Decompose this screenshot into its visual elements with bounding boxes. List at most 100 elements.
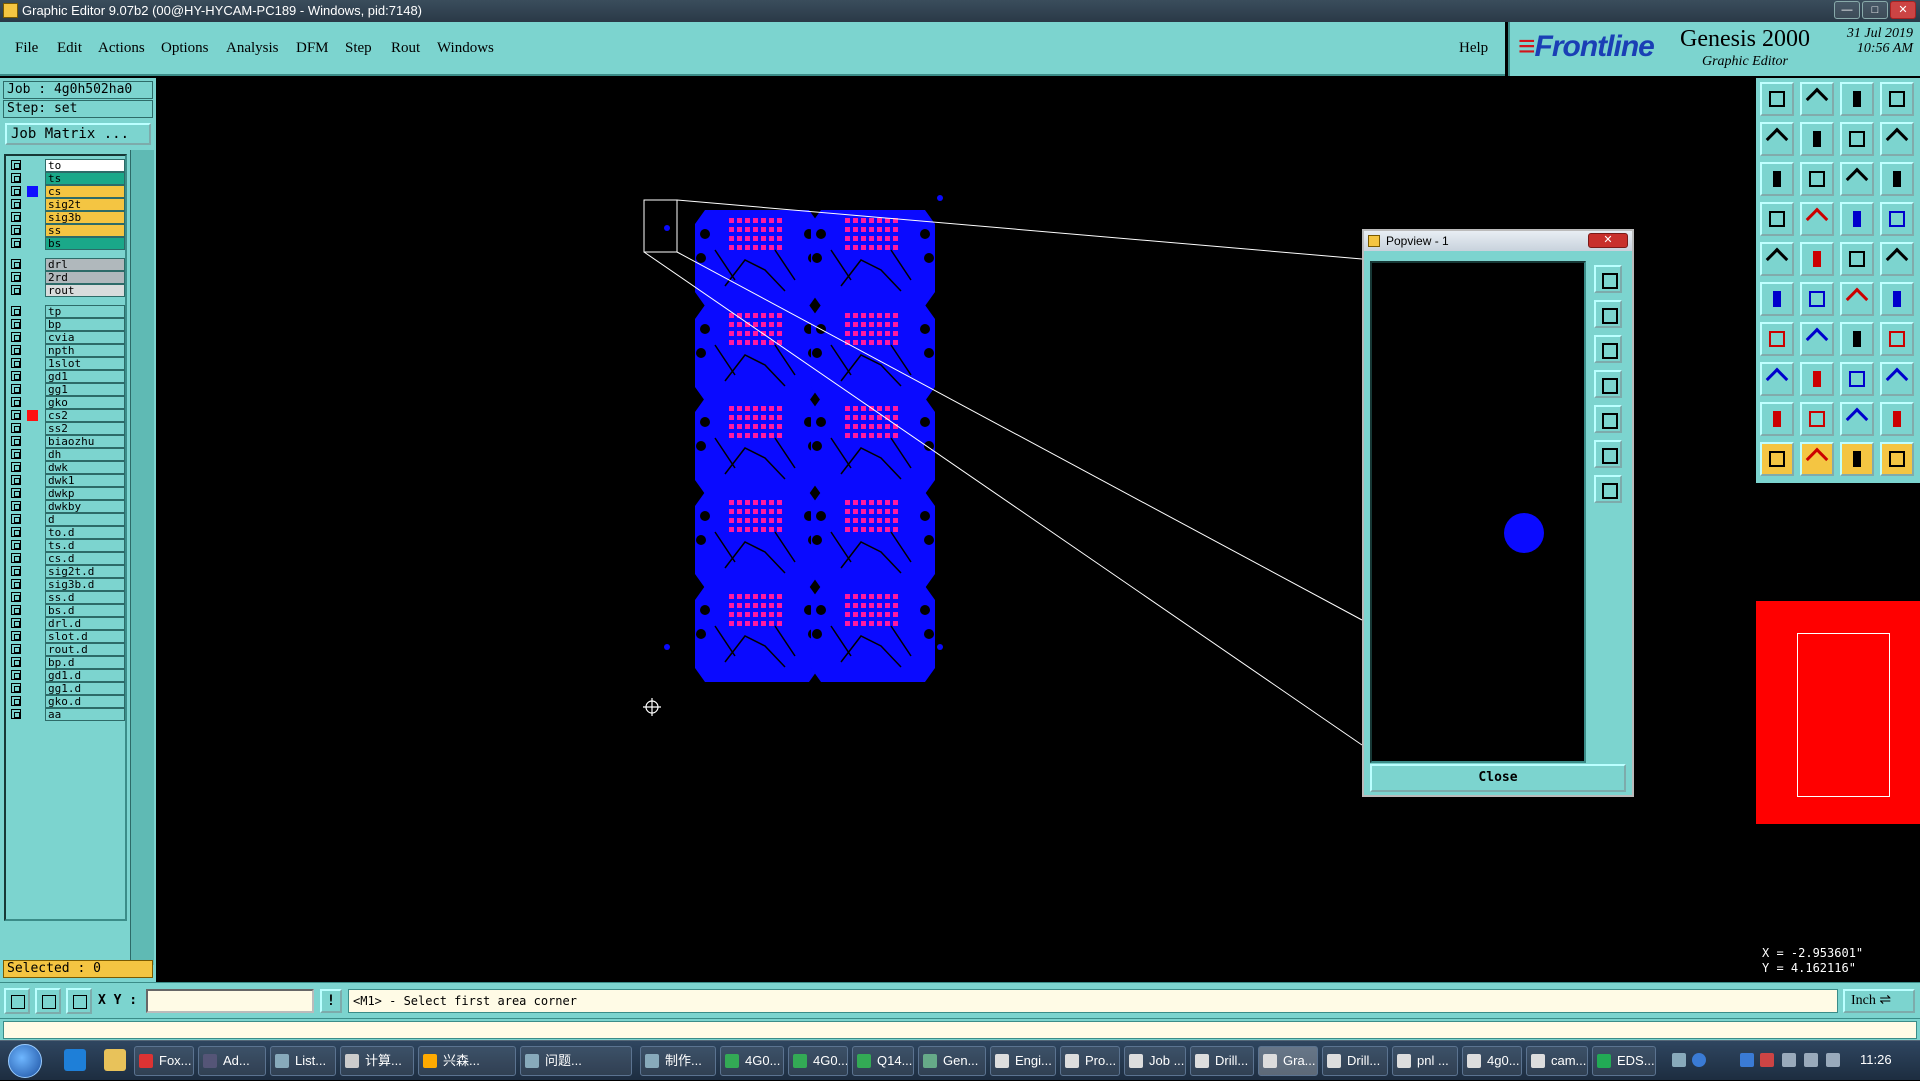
layer-row-sig2t-d[interactable]: sig2t.d: [8, 565, 126, 578]
layer-affected-marker[interactable]: [27, 631, 38, 642]
layer-row-ss[interactable]: ss: [8, 224, 126, 237]
layer-checkbox[interactable]: [11, 306, 21, 316]
menu-analysis[interactable]: Analysis: [226, 40, 279, 57]
layer-checkbox[interactable]: [11, 397, 21, 407]
menu-step[interactable]: Step: [345, 40, 372, 57]
line-tool-button[interactable]: [1760, 322, 1794, 356]
layer-row-dwk[interactable]: dwk: [8, 461, 126, 474]
network-icon[interactable]: [1782, 1053, 1796, 1067]
pointer-tool-button[interactable]: [1760, 442, 1794, 476]
layer-checkbox[interactable]: [11, 670, 21, 680]
taskbar-item[interactable]: Gra...: [1258, 1046, 1318, 1076]
layer-affected-marker[interactable]: [27, 462, 38, 473]
save-tool-button[interactable]: [1800, 82, 1834, 116]
layer-affected-marker[interactable]: [27, 358, 38, 369]
volume-icon[interactable]: [1804, 1053, 1818, 1067]
snap-mode-icon[interactable]: [4, 988, 30, 1014]
layer-row-rout-d[interactable]: rout.d: [8, 643, 126, 656]
taskbar-item[interactable]: 4g0...: [1462, 1046, 1522, 1076]
layer-row-gg1[interactable]: gg1: [8, 383, 126, 396]
layer-row-cs[interactable]: cs: [8, 185, 126, 198]
layer-row-npth[interactable]: npth: [8, 344, 126, 357]
layer-tool-button[interactable]: [1840, 122, 1874, 156]
layer-checkbox[interactable]: [11, 332, 21, 342]
layer-affected-marker[interactable]: [27, 618, 38, 629]
layer-checkbox[interactable]: [11, 259, 21, 269]
pan-tool-button[interactable]: [1800, 162, 1834, 196]
layer-row-2rd[interactable]: 2rd: [8, 271, 126, 284]
xy-input[interactable]: [146, 989, 314, 1013]
layer-row-bp-d[interactable]: bp.d: [8, 656, 126, 669]
popview-pan-down-icon[interactable]: [1594, 335, 1622, 363]
taskbar-item[interactable]: Fox...: [134, 1046, 194, 1076]
layer-checkbox[interactable]: [11, 605, 21, 615]
layer-checkbox[interactable]: [11, 462, 21, 472]
layer-row-1slot[interactable]: 1slot: [8, 357, 126, 370]
taskbar-item[interactable]: pnl ...: [1392, 1046, 1458, 1076]
layer-row-gd1[interactable]: gd1: [8, 370, 126, 383]
window-tool-button[interactable]: [1880, 82, 1914, 116]
help-tray-icon[interactable]: [1692, 1053, 1706, 1067]
layer-checkbox[interactable]: [11, 566, 21, 576]
layer-row-ts[interactable]: ts: [8, 172, 126, 185]
layer-row-to-d[interactable]: to.d: [8, 526, 126, 539]
minimize-button[interactable]: —: [1834, 1, 1860, 19]
layer-row-gg1-d[interactable]: gg1.d: [8, 682, 126, 695]
warning-icon[interactable]: !: [320, 989, 342, 1013]
taskbar-item[interactable]: 问题...: [520, 1046, 632, 1076]
layer-row-ss-d[interactable]: ss.d: [8, 591, 126, 604]
layer-checkbox[interactable]: [11, 384, 21, 394]
pointer-route-tool-button[interactable]: [1880, 442, 1914, 476]
ie-icon[interactable]: [64, 1049, 86, 1071]
scale-tool-button[interactable]: [1840, 162, 1874, 196]
layer-row-dwk1[interactable]: dwk1: [8, 474, 126, 487]
layer-row-biaozhu[interactable]: biaozhu: [8, 435, 126, 448]
layer-row-drl[interactable]: drl: [8, 258, 126, 271]
layer-checkbox[interactable]: [11, 579, 21, 589]
ime-icon[interactable]: [1826, 1053, 1840, 1067]
layer-affected-marker[interactable]: [27, 212, 38, 223]
layer-row-drl-d[interactable]: drl.d: [8, 617, 126, 630]
taskbar-item[interactable]: EDS...: [1592, 1046, 1656, 1076]
feature-tool-button[interactable]: [1880, 362, 1914, 396]
taskbar-item[interactable]: Drill...: [1322, 1046, 1388, 1076]
layer-row-cvia[interactable]: cvia: [8, 331, 126, 344]
popview-close-button[interactable]: Close: [1370, 764, 1626, 792]
node-tool-button[interactable]: [1760, 282, 1794, 316]
measure-tool-button[interactable]: [1760, 202, 1794, 236]
layer-row-tp[interactable]: tp: [8, 305, 126, 318]
layer-affected-marker[interactable]: [27, 384, 38, 395]
layer-checkbox[interactable]: [11, 527, 21, 537]
home-tool-button[interactable]: [1840, 82, 1874, 116]
layer-row-bp[interactable]: bp: [8, 318, 126, 331]
split-tool-button[interactable]: [1880, 202, 1914, 236]
popview-pan-right-icon[interactable]: [1594, 405, 1622, 433]
popview-center-icon[interactable]: [1594, 475, 1622, 503]
layer-affected-marker[interactable]: [27, 488, 38, 499]
overview-preview[interactable]: [1756, 601, 1920, 824]
circle-tool-button[interactable]: [1880, 242, 1914, 276]
menu-windows[interactable]: Windows: [437, 40, 494, 57]
layer-affected-marker[interactable]: [27, 501, 38, 512]
layer-affected-marker[interactable]: [27, 566, 38, 577]
popview-canvas[interactable]: [1370, 261, 1586, 763]
snap-tool-button[interactable]: [1880, 122, 1914, 156]
layer-affected-marker[interactable]: [27, 345, 38, 356]
layer-checkbox[interactable]: [11, 436, 21, 446]
copy-tool-button[interactable]: [1760, 362, 1794, 396]
layer-affected-marker[interactable]: [27, 285, 38, 296]
grid-mode-icon[interactable]: [66, 988, 92, 1014]
layer-affected-marker[interactable]: [27, 423, 38, 434]
layer-row-gko[interactable]: gko: [8, 396, 126, 409]
layer-checkbox[interactable]: [11, 272, 21, 282]
layer-row-aa[interactable]: aa: [8, 708, 126, 721]
layer-checkbox[interactable]: [11, 199, 21, 209]
layer-row-bs[interactable]: bs: [8, 237, 126, 250]
layer-checkbox[interactable]: [11, 488, 21, 498]
menu-edit[interactable]: Edit: [57, 40, 82, 57]
popview-pan-left-icon[interactable]: [1594, 370, 1622, 398]
taskbar-item[interactable]: Engi...: [990, 1046, 1056, 1076]
taskbar-item[interactable]: Q14...: [852, 1046, 914, 1076]
vertex-tool-button[interactable]: [1800, 402, 1834, 436]
layer-row-bs-d[interactable]: bs.d: [8, 604, 126, 617]
